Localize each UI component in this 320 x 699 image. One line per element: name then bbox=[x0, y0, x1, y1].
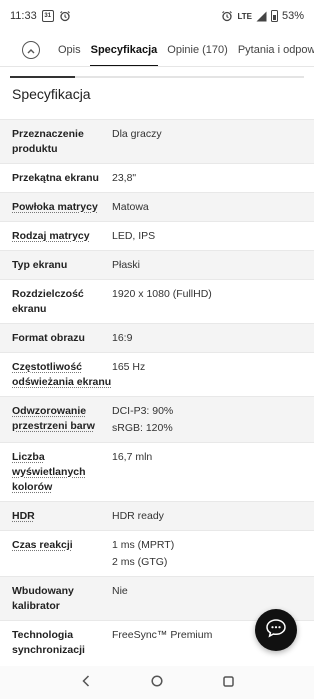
spec-value: LED, IPS bbox=[112, 229, 155, 244]
spec-value: 23,8" bbox=[112, 171, 136, 186]
nav-back-button[interactable] bbox=[76, 673, 96, 693]
back-chevron-icon bbox=[82, 674, 90, 692]
spec-value-line: 165 Hz bbox=[112, 361, 146, 373]
spec-label: Wbudowany kalibrator bbox=[12, 585, 74, 612]
signal-icon bbox=[256, 11, 267, 22]
spec-row: Przeznaczenie produktu Dla graczy bbox=[0, 119, 314, 163]
spec-label[interactable]: Rodzaj matrycy bbox=[12, 229, 112, 244]
spec-value: Matowa bbox=[112, 200, 149, 215]
status-time: 11:33 bbox=[10, 10, 37, 22]
spec-value: 165 Hz bbox=[112, 360, 145, 390]
status-bar: 11:33 31 LTE 53% bbox=[0, 0, 314, 32]
section-title: Specyfikacja bbox=[12, 86, 91, 102]
spec-label: Format obrazu bbox=[12, 332, 85, 344]
tabs-bar: Opis Specyfikacja Opinie (170) Pytania i… bbox=[0, 33, 314, 67]
spec-value-line: Dla graczy bbox=[112, 128, 162, 140]
spec-row: Odwzorowanie przestrzeni barw DCI-P3: 90%… bbox=[0, 396, 314, 442]
spec-label[interactable]: Czas reakcji bbox=[12, 538, 112, 570]
spec-row: Rodzaj matrycy LED, IPS bbox=[0, 221, 314, 250]
lte-indicator: LTE bbox=[237, 11, 252, 21]
chat-button[interactable] bbox=[255, 609, 297, 651]
spec-label[interactable]: Częstotliwość odświeżania ekranu bbox=[12, 360, 112, 390]
spec-value: DCI-P3: 90% sRGB: 120% bbox=[112, 404, 173, 436]
tab-opinie[interactable]: Opinie (170) bbox=[162, 33, 233, 66]
spec-label[interactable]: Powłoka matrycy bbox=[12, 200, 112, 215]
tab-pytania[interactable]: Pytania i odpowiedz bbox=[233, 33, 314, 66]
spec-label: Przeznaczenie produktu bbox=[12, 128, 84, 155]
spec-row: Rozdzielczość ekranu 1920 x 1080 (FullHD) bbox=[0, 279, 314, 323]
spec-value-line: HDR ready bbox=[112, 510, 164, 522]
nav-home-button[interactable] bbox=[147, 673, 167, 693]
spec-label[interactable]: HDR bbox=[12, 509, 112, 524]
spec-row: Przekątna ekranu 23,8" bbox=[0, 163, 314, 192]
spec-table: Przeznaczenie produktu Dla graczy Przekątn… bbox=[0, 119, 314, 664]
spec-value-line: sRGB: 120% bbox=[112, 422, 173, 434]
spec-value: HDR ready bbox=[112, 509, 164, 524]
nav-recents-button[interactable] bbox=[218, 673, 238, 693]
spec-value-line: 16:9 bbox=[112, 332, 133, 344]
spec-value-line: LED, IPS bbox=[112, 230, 156, 242]
spec-label: Rozdzielczość ekranu bbox=[12, 288, 84, 315]
calendar-icon: 31 bbox=[41, 10, 54, 22]
spec-value: 1920 x 1080 (FullHD) bbox=[112, 287, 212, 317]
system-nav-bar bbox=[0, 666, 314, 699]
spec-value-line: 16,7 mln bbox=[112, 451, 153, 463]
spec-value: 16:9 bbox=[112, 331, 132, 346]
spec-value: Płaski bbox=[112, 258, 140, 273]
spec-row: Częstotliwość odświeżania ekranu 165 Hz bbox=[0, 352, 314, 396]
scroll-up-button[interactable] bbox=[22, 40, 40, 59]
spec-value-line: 1920 x 1080 (FullHD) bbox=[112, 288, 212, 300]
spec-value: 1 ms (MPRT) 2 ms (GTG) bbox=[112, 538, 174, 570]
battery-percent: 53% bbox=[281, 10, 304, 22]
spec-label: Technologia synchronizacji bbox=[12, 629, 85, 656]
section-scroll-progress-fill bbox=[10, 76, 75, 78]
spec-value-line: Nie bbox=[112, 585, 128, 597]
spec-value: Dla graczy bbox=[112, 127, 162, 157]
spec-value-line: DCI-P3: 90% bbox=[112, 405, 174, 417]
recents-square-icon bbox=[223, 674, 234, 692]
spec-value-line: Płaski bbox=[112, 259, 141, 271]
alarm-icon bbox=[221, 10, 233, 22]
spec-row: Typ ekranu Płaski bbox=[0, 250, 314, 279]
spec-label[interactable]: Odwzorowanie przestrzeni barw bbox=[12, 404, 112, 436]
spec-row: Format obrazu 16:9 bbox=[0, 323, 314, 352]
spec-label: Typ ekranu bbox=[12, 259, 68, 271]
chevron-up-icon bbox=[27, 41, 35, 59]
section-scroll-progress bbox=[10, 76, 304, 78]
spec-row: HDR HDR ready bbox=[0, 501, 314, 530]
spec-value-line: 23,8" bbox=[112, 172, 137, 184]
spec-value-line: 1 ms (MPRT) bbox=[112, 539, 175, 551]
spec-value: FreeSync™ Premium bbox=[112, 628, 212, 658]
spec-row: Liczba wyświetlanych kolorów 16,7 mln bbox=[0, 442, 314, 501]
spec-value-line: 2 ms (GTG) bbox=[112, 556, 168, 568]
spec-value: Nie bbox=[112, 584, 128, 614]
spec-row: Powłoka matrycy Matowa bbox=[0, 192, 314, 221]
spec-label[interactable]: Liczba wyświetlanych kolorów bbox=[12, 450, 112, 495]
chat-bubble-icon bbox=[265, 618, 287, 643]
spec-row: Czas reakcji 1 ms (MPRT) 2 ms (GTG) bbox=[0, 530, 314, 576]
tab-specyfikacja[interactable]: Specyfikacja bbox=[86, 33, 163, 66]
spec-value: 16,7 mln bbox=[112, 450, 152, 495]
battery-icon bbox=[270, 10, 278, 22]
home-circle-icon bbox=[151, 674, 163, 692]
spec-label: Przekątna ekranu bbox=[12, 172, 99, 184]
spec-value-line: Matowa bbox=[112, 201, 149, 213]
tab-opis[interactable]: Opis bbox=[53, 33, 86, 66]
spec-value-line: FreeSync™ Premium bbox=[112, 629, 213, 641]
alarm-icon bbox=[59, 10, 71, 22]
